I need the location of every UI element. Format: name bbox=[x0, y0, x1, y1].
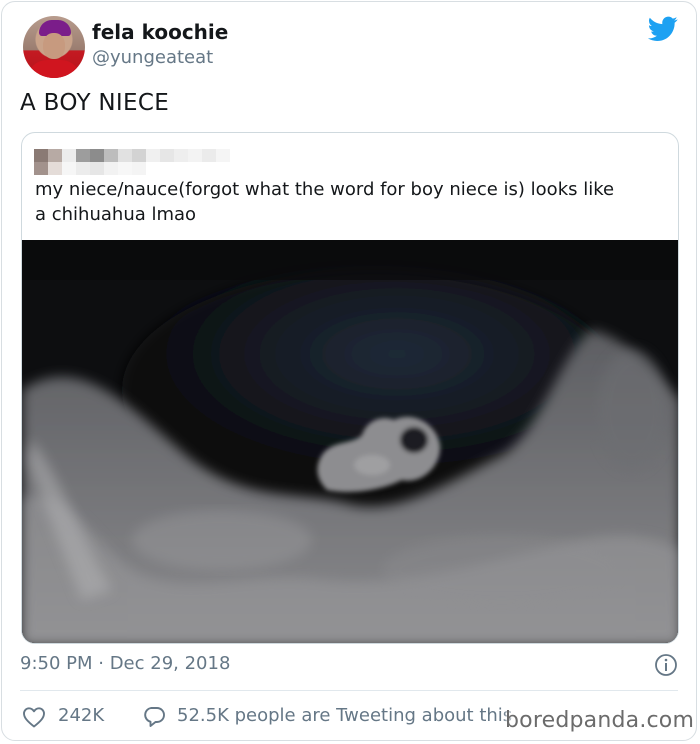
quoted-tweet-text-line2: a chihuahua lmao bbox=[35, 204, 197, 225]
tweet-timestamp[interactable]: 9:50 PM · Dec 29, 2018 bbox=[20, 653, 230, 674]
quoted-tweet[interactable]: my niece/nauce(forgot what the word for … bbox=[21, 132, 679, 644]
ultrasound-image[interactable] bbox=[22, 240, 679, 644]
reply-bubble-icon[interactable] bbox=[142, 705, 166, 729]
user-handle[interactable]: @yungeateat bbox=[92, 47, 213, 68]
avatar-face bbox=[43, 33, 65, 59]
heart-icon[interactable] bbox=[22, 706, 46, 728]
divider bbox=[20, 690, 678, 691]
watermark: boredpanda.com bbox=[505, 708, 695, 733]
avatar[interactable] bbox=[23, 16, 85, 78]
quoted-tweet-text: my niece/nauce(forgot what the word for … bbox=[35, 177, 665, 227]
twitter-bird-icon[interactable] bbox=[648, 16, 678, 42]
info-icon[interactable] bbox=[654, 653, 678, 677]
avatar-shirt bbox=[27, 60, 81, 78]
display-name[interactable]: fela koochie bbox=[92, 20, 228, 44]
quoted-tweet-text-line1: my niece/nauce(forgot what the word for … bbox=[35, 179, 615, 200]
like-count[interactable]: 242K bbox=[58, 705, 104, 726]
tweet-text: A BOY NIECE bbox=[20, 90, 170, 116]
replies-link[interactable]: 52.5K people are Tweeting about this bbox=[177, 705, 512, 726]
